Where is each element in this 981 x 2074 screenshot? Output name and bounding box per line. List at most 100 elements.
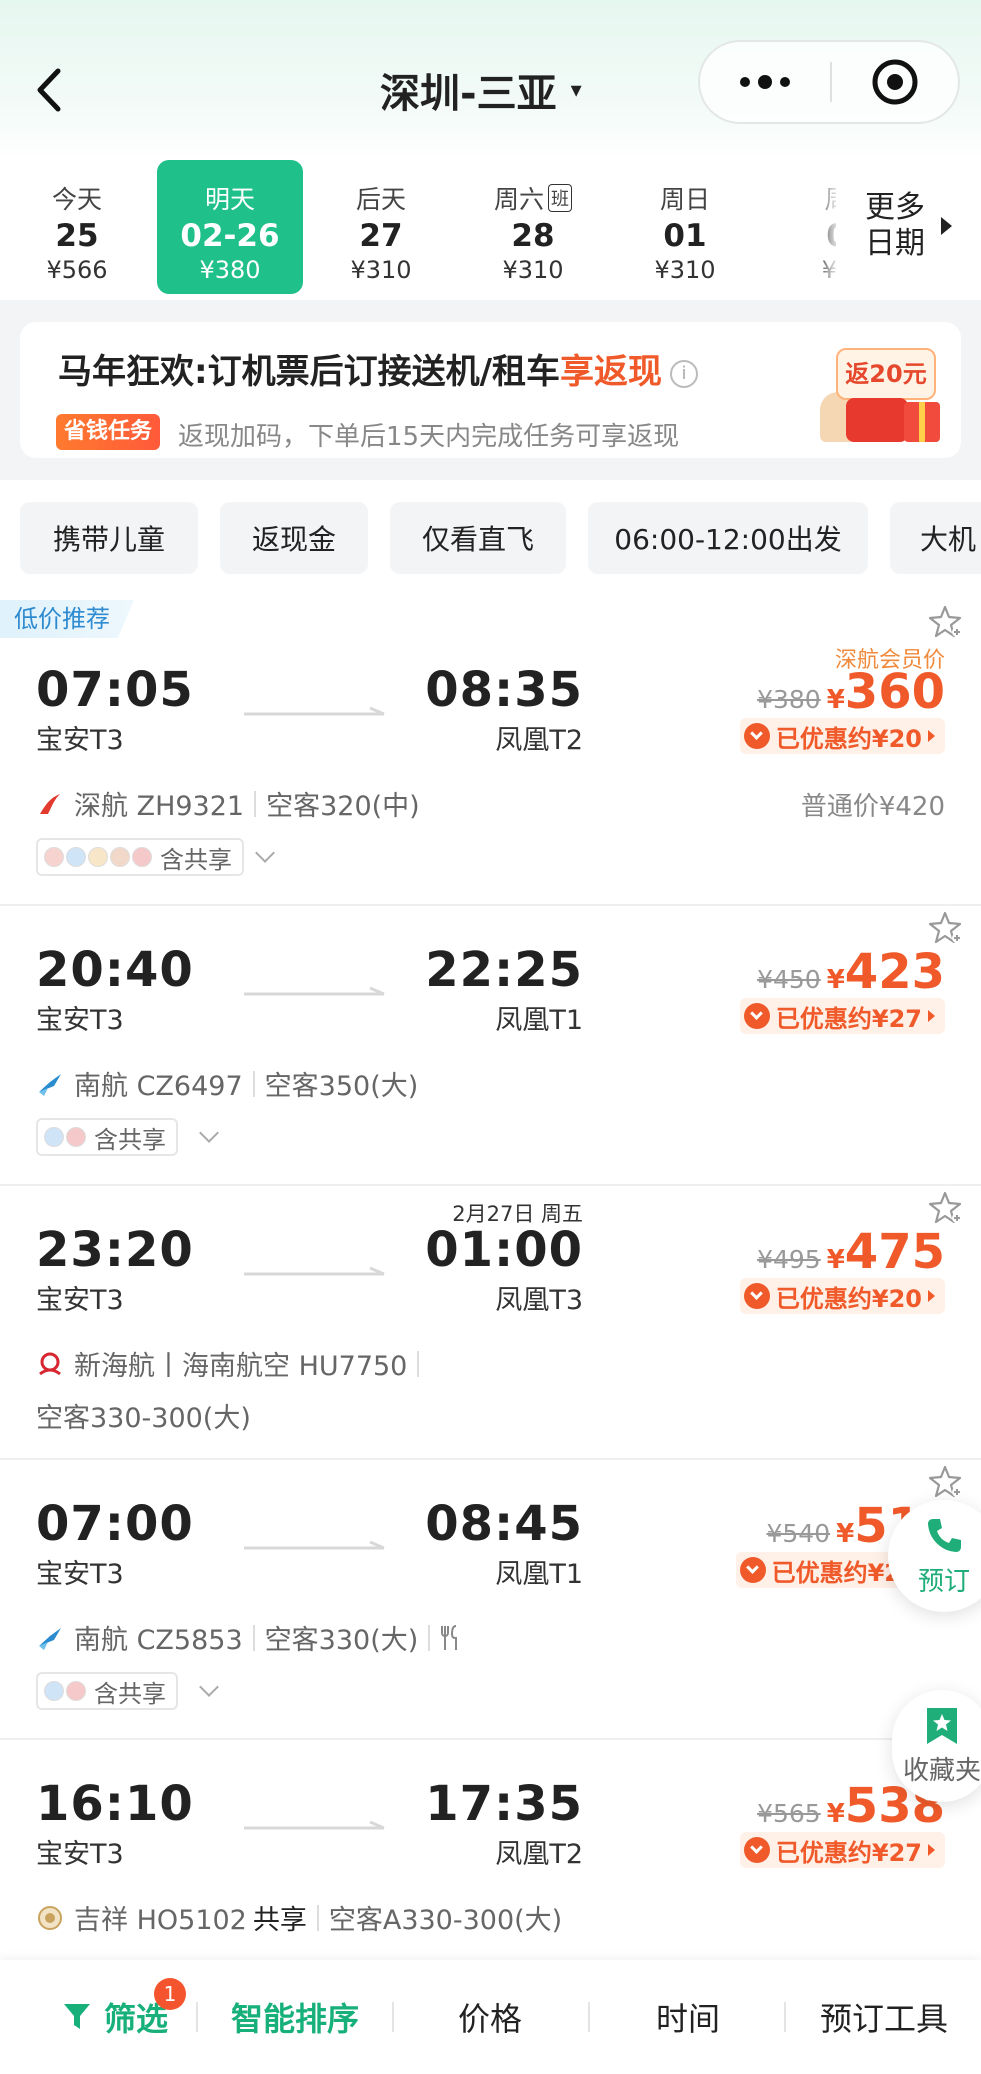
favorite-star-icon[interactable] xyxy=(927,604,963,640)
filter-chip-direct[interactable]: 仅看直飞 xyxy=(390,502,566,574)
favorite-star-icon[interactable] xyxy=(927,1464,963,1500)
departure-airport: 宝安T3 xyxy=(36,1285,124,1316)
departure-airport: 宝安T3 xyxy=(36,725,124,756)
discount-badge[interactable]: 已优惠约¥20 xyxy=(739,718,945,754)
promo-banner[interactable]: 马年狂欢:订机票后订接送机/租车享返现 i 省钱任务 返现加码，下单后15天内完成… xyxy=(20,322,961,458)
filter-chip-large-aircraft[interactable]: 大机 xyxy=(890,502,981,574)
discount-text: 已优惠约¥27 xyxy=(775,1004,922,1033)
filter-chip-time-range[interactable]: 06:00-12:00出发 xyxy=(588,502,868,574)
header: 深圳-三亚 ▾ xyxy=(0,0,981,160)
filter-count-badge: 1 xyxy=(154,1978,186,2010)
divider xyxy=(588,2002,590,2032)
flight-number: 新海航丨海南航空 HU7750 xyxy=(74,1351,408,1382)
route-title[interactable]: 深圳-三亚 ▾ xyxy=(380,60,582,120)
arrival-airport: 凤凰T1 xyxy=(495,1005,583,1036)
promo-subtitle: 返现加码，下单后15天内完成任务可享返现 xyxy=(178,422,680,452)
gift-box-icon xyxy=(904,402,940,442)
original-price: ¥495 xyxy=(757,1245,821,1274)
airline-info: 南航 CZ5853 空客330(大) xyxy=(36,1618,462,1657)
close-miniprogram-button[interactable] xyxy=(832,57,958,107)
promo-tag: 省钱任务 xyxy=(56,414,161,450)
juneyao-airlines-logo-icon xyxy=(38,1905,62,1930)
favorite-star-icon[interactable] xyxy=(927,1190,963,1226)
flight-card[interactable]: 2月27日 周五 23:20 01:00 宝安T3 凤凰T3 ¥495 ¥ 47… xyxy=(0,1186,981,1460)
flight-card[interactable]: 16:10 17:35 宝安T3 凤凰T2 ¥565 ¥ 538 已优惠约¥27… xyxy=(0,1740,981,1960)
date-item-saturday[interactable]: 周六班 28 ¥310 xyxy=(460,160,606,294)
arrival-time: 08:35 xyxy=(425,662,583,718)
codeshare-airline-logos xyxy=(44,1127,86,1147)
date-label: 今天 xyxy=(51,185,102,214)
airline-logo-icon xyxy=(66,1127,86,1147)
chevron-down-icon[interactable] xyxy=(199,1123,219,1143)
arrival-airport: 凤凰T3 xyxy=(495,1285,583,1316)
bookmark-star-icon xyxy=(927,1707,957,1744)
filter-chip-children[interactable]: 携带儿童 xyxy=(20,502,198,574)
price: ¥380 ¥ 360 xyxy=(757,664,945,720)
chevron-down-icon[interactable] xyxy=(255,843,275,863)
regular-price: 普通价¥420 xyxy=(800,792,945,822)
discount-text: 已优惠约¥2 xyxy=(771,1558,901,1587)
arrival-airport: 凤凰T2 xyxy=(495,1839,583,1870)
arrival-time: 22:25 xyxy=(425,942,583,998)
arrival-airport: 凤凰T1 xyxy=(495,1559,583,1590)
china-southern-logo-icon xyxy=(39,1073,61,1096)
discount-badge[interactable]: 已优惠约¥20 xyxy=(739,1278,945,1314)
arrival-time: 08:45 xyxy=(425,1496,583,1552)
china-southern-logo-icon xyxy=(39,1627,61,1650)
original-price: ¥380 xyxy=(757,685,821,714)
back-button[interactable] xyxy=(34,62,74,118)
info-icon[interactable]: i xyxy=(670,360,699,388)
target-icon xyxy=(872,59,918,105)
booking-tools-tab[interactable]: 预订工具 xyxy=(794,1960,974,2074)
date-price: ¥310 xyxy=(350,256,412,284)
time-sort-tab[interactable]: 时间 xyxy=(598,1960,778,2074)
airline-info: 吉祥 HO5102 共享 空客A330-300(大) xyxy=(36,1898,562,1937)
departure-time: 23:20 xyxy=(36,1222,194,1278)
route-arrow-icon xyxy=(244,986,385,996)
flight-number: 吉祥 HO5102 xyxy=(74,1905,247,1936)
bottom-sort-bar: 筛选 1 智能排序 价格 时间 预订工具 xyxy=(0,1960,981,2074)
date-item-tomorrow[interactable]: 明天 02-26 ¥380 xyxy=(157,160,303,294)
codeshare-toggle[interactable]: 含共享 xyxy=(36,1672,178,1710)
date-item-today[interactable]: 今天 25 ¥566 xyxy=(4,160,150,294)
date-item-sunday[interactable]: 周日 01 ¥310 xyxy=(612,160,758,294)
flight-card[interactable]: 低价推荐 深航会员价 07:05 08:35 宝安T3 凤凰T2 ¥380 ¥ … xyxy=(0,600,981,906)
chevron-down-icon[interactable] xyxy=(199,1677,219,1697)
divider xyxy=(196,2002,198,2032)
caret-right-icon xyxy=(928,730,935,742)
price-sort-tab[interactable]: 价格 xyxy=(400,1960,580,2074)
discount-badge[interactable]: 已优惠约¥27 xyxy=(739,1832,945,1868)
flight-card[interactable]: 07:00 08:45 宝安T3 凤凰T1 ¥540 ¥ 51 已优惠约¥2 南… xyxy=(0,1460,981,1740)
chevron-left-icon xyxy=(37,68,61,112)
date-value: 02-26 xyxy=(180,218,280,254)
airline-logo-icon xyxy=(66,847,86,867)
codeshare-toggle[interactable]: 含共享 xyxy=(36,1118,178,1156)
filter-tab[interactable]: 筛选 xyxy=(30,1960,200,2074)
codeshare-toggle[interactable]: 含共享 xyxy=(36,838,244,876)
more-menu-button[interactable] xyxy=(700,75,830,89)
codeshare-label: 含共享 xyxy=(94,1679,166,1708)
date-item-day-after[interactable]: 后天 27 ¥310 xyxy=(308,160,454,294)
date-value: 01 xyxy=(663,218,707,254)
favorite-star-icon[interactable] xyxy=(927,910,963,946)
filter-chip-cashback[interactable]: 返现金 xyxy=(220,502,368,574)
discount-badge[interactable]: 已优惠约¥2 xyxy=(735,1552,911,1588)
smart-sort-tab[interactable]: 智能排序 xyxy=(210,1960,380,2074)
favorites-label: 收藏夹 xyxy=(902,1755,981,1786)
price: ¥495 ¥ 475 xyxy=(757,1224,945,1280)
date-price: ¥310 xyxy=(654,256,716,284)
departure-airport: 宝安T3 xyxy=(36,1005,124,1036)
date-price: ¥380 xyxy=(199,256,261,284)
date-price: ¥310 xyxy=(502,256,564,284)
flight-card[interactable]: 20:40 22:25 宝安T3 凤凰T1 ¥450 ¥ 423 已优惠约¥27… xyxy=(0,906,981,1186)
discount-badge[interactable]: 已优惠约¥27 xyxy=(739,998,945,1034)
more-dates-button[interactable]: 更多日期 xyxy=(836,158,981,294)
promo-title-highlight: 享返现 xyxy=(560,352,663,392)
aircraft-type: 空客330-300(大) xyxy=(36,1403,251,1434)
more-dates-label: 更多日期 xyxy=(865,190,925,261)
favorites-float-button[interactable]: 收藏夹 xyxy=(892,1690,981,1802)
caret-down-icon: ▾ xyxy=(570,77,582,103)
caret-right-icon xyxy=(928,1290,935,1302)
discount-down-icon xyxy=(743,1837,770,1863)
departure-airport: 宝安T3 xyxy=(36,1839,124,1870)
